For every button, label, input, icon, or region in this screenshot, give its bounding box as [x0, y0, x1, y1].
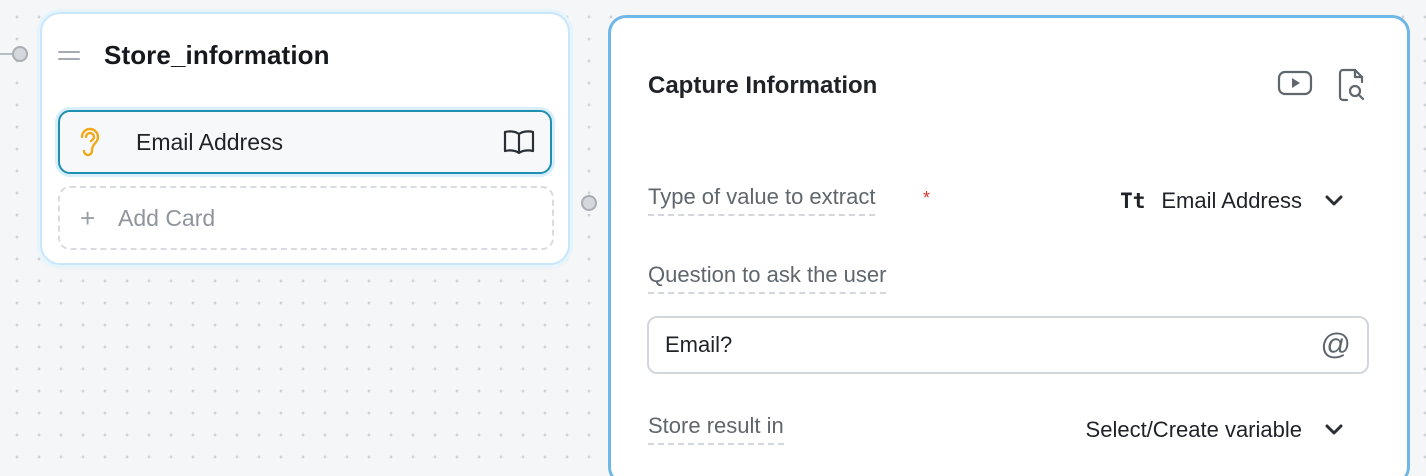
search-document-icon[interactable]	[1337, 68, 1367, 102]
card-label: Email Address	[136, 128, 284, 155]
question-label: Question to ask the user	[648, 262, 887, 294]
chevron-down-icon	[1325, 195, 1343, 206]
question-input-wrapper: @	[647, 316, 1369, 374]
panel-icon-toolbar	[1277, 68, 1367, 102]
add-card-button[interactable]: + Add Card	[58, 186, 554, 250]
drag-handle-icon[interactable]	[58, 48, 80, 62]
block-input-port[interactable]	[12, 46, 28, 62]
capture-card[interactable]: Email Address	[58, 110, 552, 174]
mention-variable-icon[interactable]: @	[1321, 330, 1351, 360]
variable-select[interactable]: Select/Create variable	[1086, 417, 1344, 443]
text-type-icon: Tt	[1120, 189, 1146, 213]
type-of-value-label: Type of value to extract	[648, 184, 876, 216]
block-node[interactable]: Store_information Email Address + Add Ca…	[40, 12, 570, 265]
panel-title: Capture Information	[648, 72, 878, 99]
add-card-label: Add Card	[118, 204, 216, 231]
block-header: Store_information	[58, 38, 552, 72]
value-type-selected: Email Address	[1161, 188, 1302, 213]
block-title[interactable]: Store_information	[104, 40, 330, 71]
store-result-label: Store result in	[648, 413, 784, 445]
question-input[interactable]	[665, 332, 1321, 358]
book-icon[interactable]	[502, 128, 536, 156]
capture-info-panel: Capture Information Type of value to ext…	[608, 15, 1410, 476]
block-output-port[interactable]	[581, 195, 597, 211]
video-play-icon[interactable]	[1277, 68, 1313, 98]
value-type-select[interactable]: Tt Email Address	[1120, 188, 1344, 214]
variable-select-value: Select/Create variable	[1085, 417, 1302, 442]
chevron-down-icon	[1325, 424, 1343, 435]
plus-icon: +	[80, 203, 96, 233]
ear-icon	[80, 127, 100, 157]
required-indicator: *	[923, 188, 931, 208]
